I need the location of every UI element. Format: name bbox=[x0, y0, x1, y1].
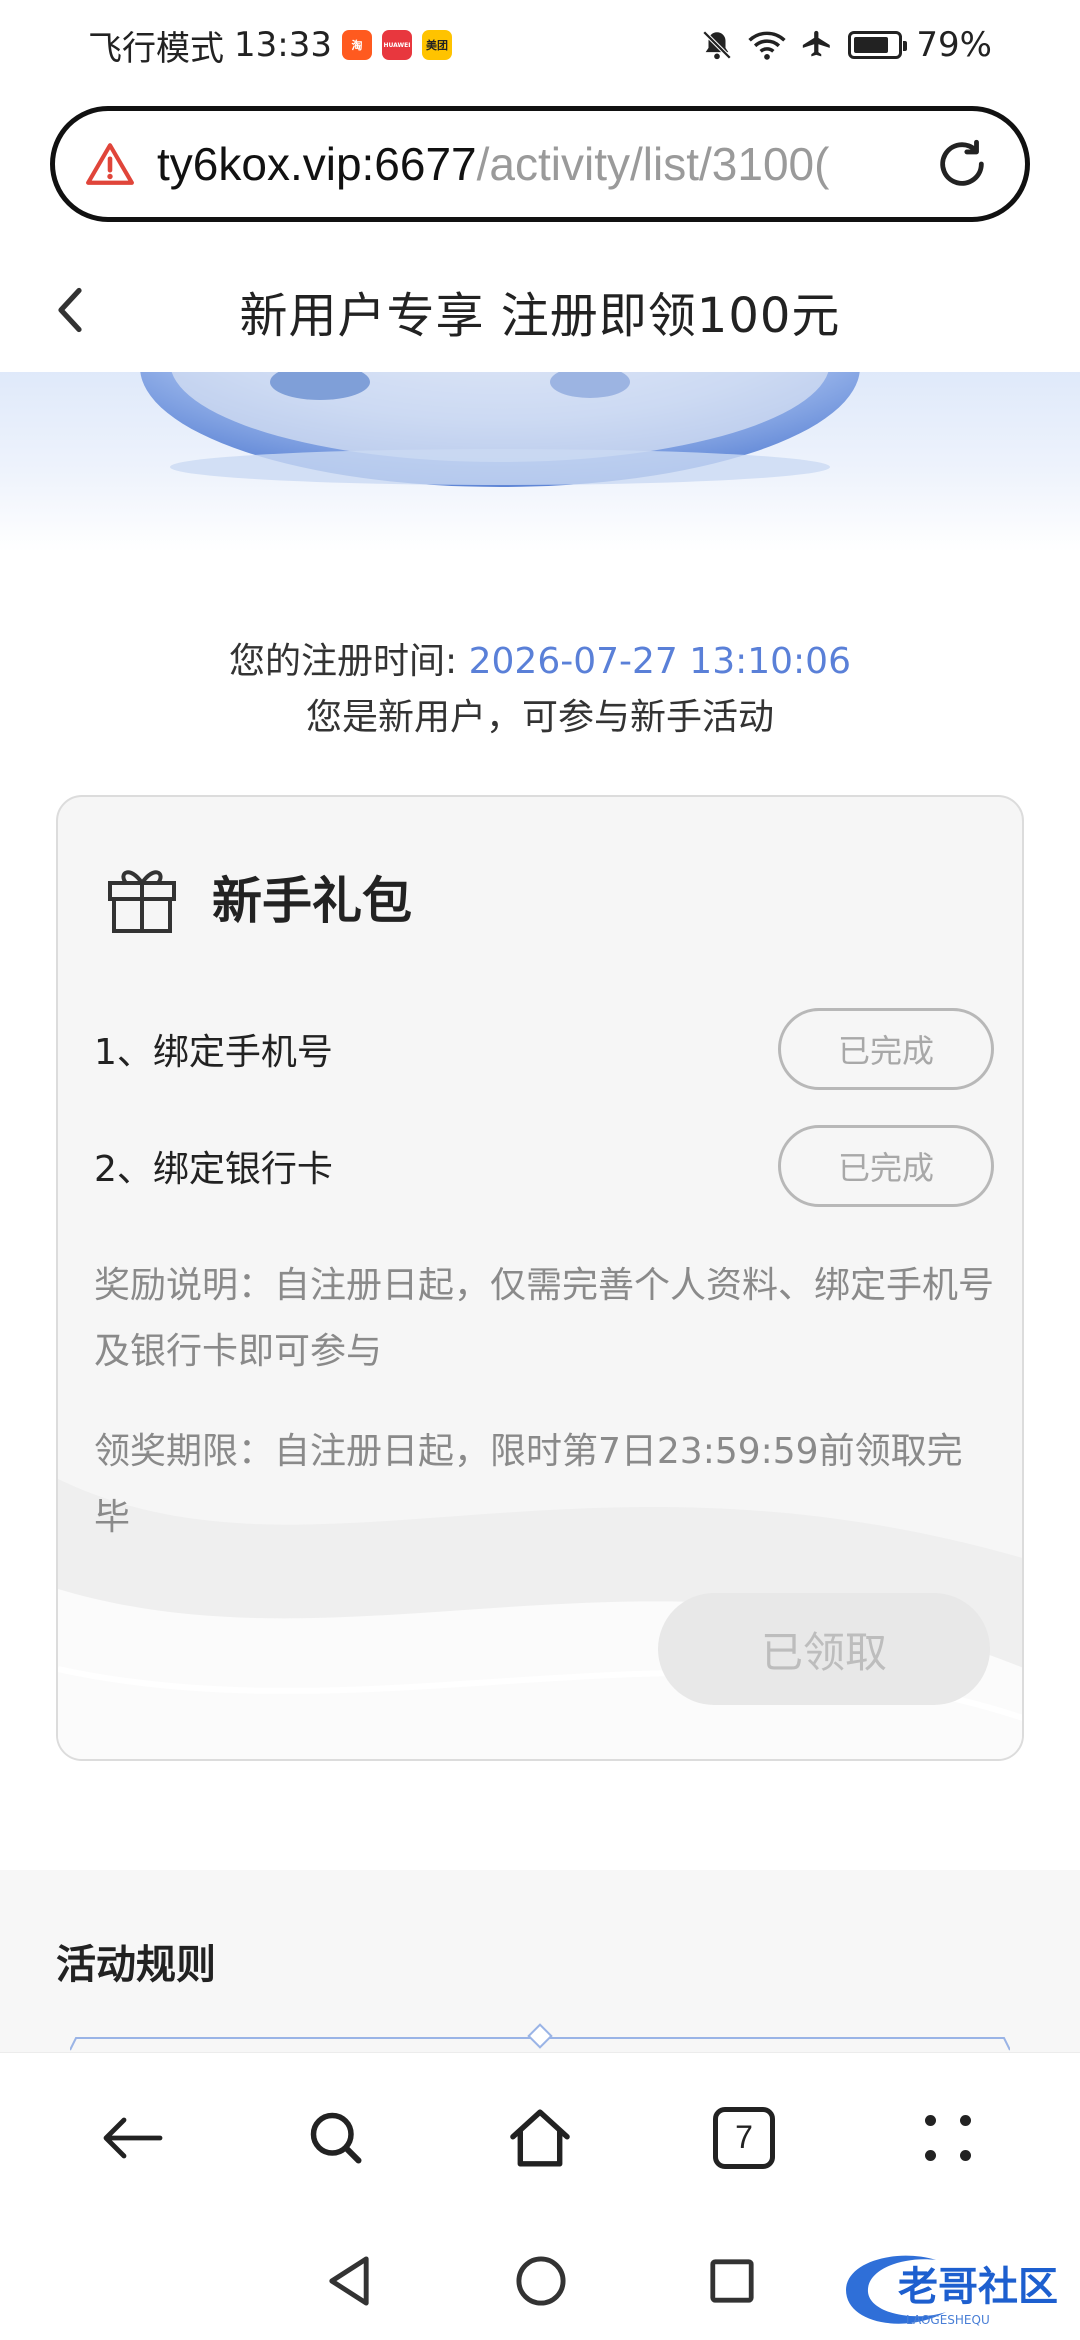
task-label: 1、绑定手机号 bbox=[94, 1032, 333, 1073]
huawei-badge-icon: HUAWEI bbox=[381, 30, 412, 60]
status-left: 飞行模式 13:33 淘 HUAWEI 美团 bbox=[88, 21, 452, 70]
gift-icon bbox=[108, 870, 176, 933]
task-bind-phone: 1、绑定手机号 已完成 bbox=[94, 1007, 994, 1091]
banner-disc-image bbox=[140, 372, 860, 487]
gift-card-header: 新手礼包 bbox=[102, 857, 412, 937]
task-label: 2、绑定银行卡 bbox=[94, 1149, 333, 1190]
wifi-icon bbox=[748, 31, 787, 60]
nav-recents-icon[interactable] bbox=[708, 2257, 756, 2305]
reload-icon[interactable] bbox=[933, 135, 991, 193]
promo-banner bbox=[0, 372, 1080, 552]
battery-percent: 79% bbox=[916, 25, 992, 65]
url-path: /activity/list/3100( bbox=[476, 138, 830, 190]
registration-time: 您的注册时间: 2026-07-27 13:10:06 bbox=[0, 632, 1080, 684]
toolbar-back-button[interactable] bbox=[77, 2083, 187, 2193]
toolbar-menu-button[interactable] bbox=[893, 2083, 1003, 2193]
toolbar-search-button[interactable] bbox=[281, 2083, 391, 2193]
task-status-button[interactable]: 已完成 bbox=[778, 1125, 994, 1207]
nav-back-icon[interactable] bbox=[324, 2254, 374, 2308]
warning-icon[interactable] bbox=[85, 141, 135, 187]
toolbar-tabs-button[interactable]: 7 bbox=[689, 2083, 799, 2193]
home-icon bbox=[510, 2108, 570, 2167]
reward-note: 奖励说明：自注册日起，仅需完善个人资料、绑定手机号及银行卡即可参与 bbox=[94, 1265, 995, 1372]
watermark-logo: 老哥社区 LAOGESHEQU bbox=[846, 2255, 1058, 2327]
airplane-icon bbox=[803, 30, 831, 57]
page-header: 新用户专享 注册即领100元 bbox=[0, 250, 1080, 372]
browser-toolbar: 7 bbox=[0, 2052, 1080, 2222]
task-status-button[interactable]: 已完成 bbox=[778, 1008, 994, 1090]
back-button[interactable] bbox=[40, 280, 100, 340]
registration-time-value: 2026-07-27 13:10:06 bbox=[468, 641, 851, 682]
arrow-left-icon bbox=[103, 2117, 163, 2158]
page-title: 新用户专享 注册即领100元 bbox=[239, 288, 841, 344]
status-bar: 飞行模式 13:33 淘 HUAWEI 美团 79% bbox=[0, 0, 1080, 90]
address-bar[interactable]: ty6kox.vip:6677/activity/list/3100( bbox=[50, 106, 1030, 222]
url-text[interactable]: ty6kox.vip:6677/activity/list/3100( bbox=[157, 137, 933, 191]
watermark-subtext: LAOGESHEQU bbox=[906, 2313, 990, 2327]
status-time: 13:33 bbox=[234, 25, 332, 65]
url-host: ty6kox.vip:6677 bbox=[157, 138, 477, 190]
battery-level-fill bbox=[854, 37, 888, 53]
taobao-badge-icon: 淘 bbox=[341, 30, 372, 60]
bell-muted-icon bbox=[703, 30, 732, 60]
nav-home-icon[interactable] bbox=[514, 2254, 568, 2308]
meituan-badge-icon: 美团 bbox=[421, 30, 452, 60]
watermark-text: 老哥社区 bbox=[898, 2264, 1058, 2310]
new-user-message: 您是新用户，可参与新手活动 bbox=[305, 697, 774, 738]
tab-count-icon: 7 bbox=[713, 2106, 775, 2169]
rules-section: 活动规则 bbox=[0, 1870, 1080, 2060]
gift-card-title: 新手礼包 bbox=[212, 872, 412, 930]
more-dots-icon bbox=[925, 2114, 971, 2161]
chevron-left-icon bbox=[58, 287, 82, 333]
toolbar-home-button[interactable] bbox=[485, 2083, 595, 2193]
airplane-mode-label: 飞行模式 bbox=[88, 28, 224, 69]
status-right: 79% bbox=[700, 25, 992, 65]
search-icon bbox=[310, 2112, 362, 2163]
claim-button[interactable]: 已领取 bbox=[658, 1593, 990, 1705]
battery-icon bbox=[848, 31, 908, 59]
registration-time-label: 您的注册时间: bbox=[229, 641, 458, 682]
newbie-gift-card: 新手礼包 1、绑定手机号 已完成 2、绑定银行卡 已完成 奖励说明：自注册日起，… bbox=[56, 795, 1024, 1761]
deadline-note: 领奖期限：自注册日起，限时第7日23:59:59前领取完毕 bbox=[94, 1431, 963, 1538]
rules-title: 活动规则 bbox=[56, 1942, 216, 1988]
task-bind-bank-card: 2、绑定银行卡 已完成 bbox=[94, 1124, 994, 1208]
